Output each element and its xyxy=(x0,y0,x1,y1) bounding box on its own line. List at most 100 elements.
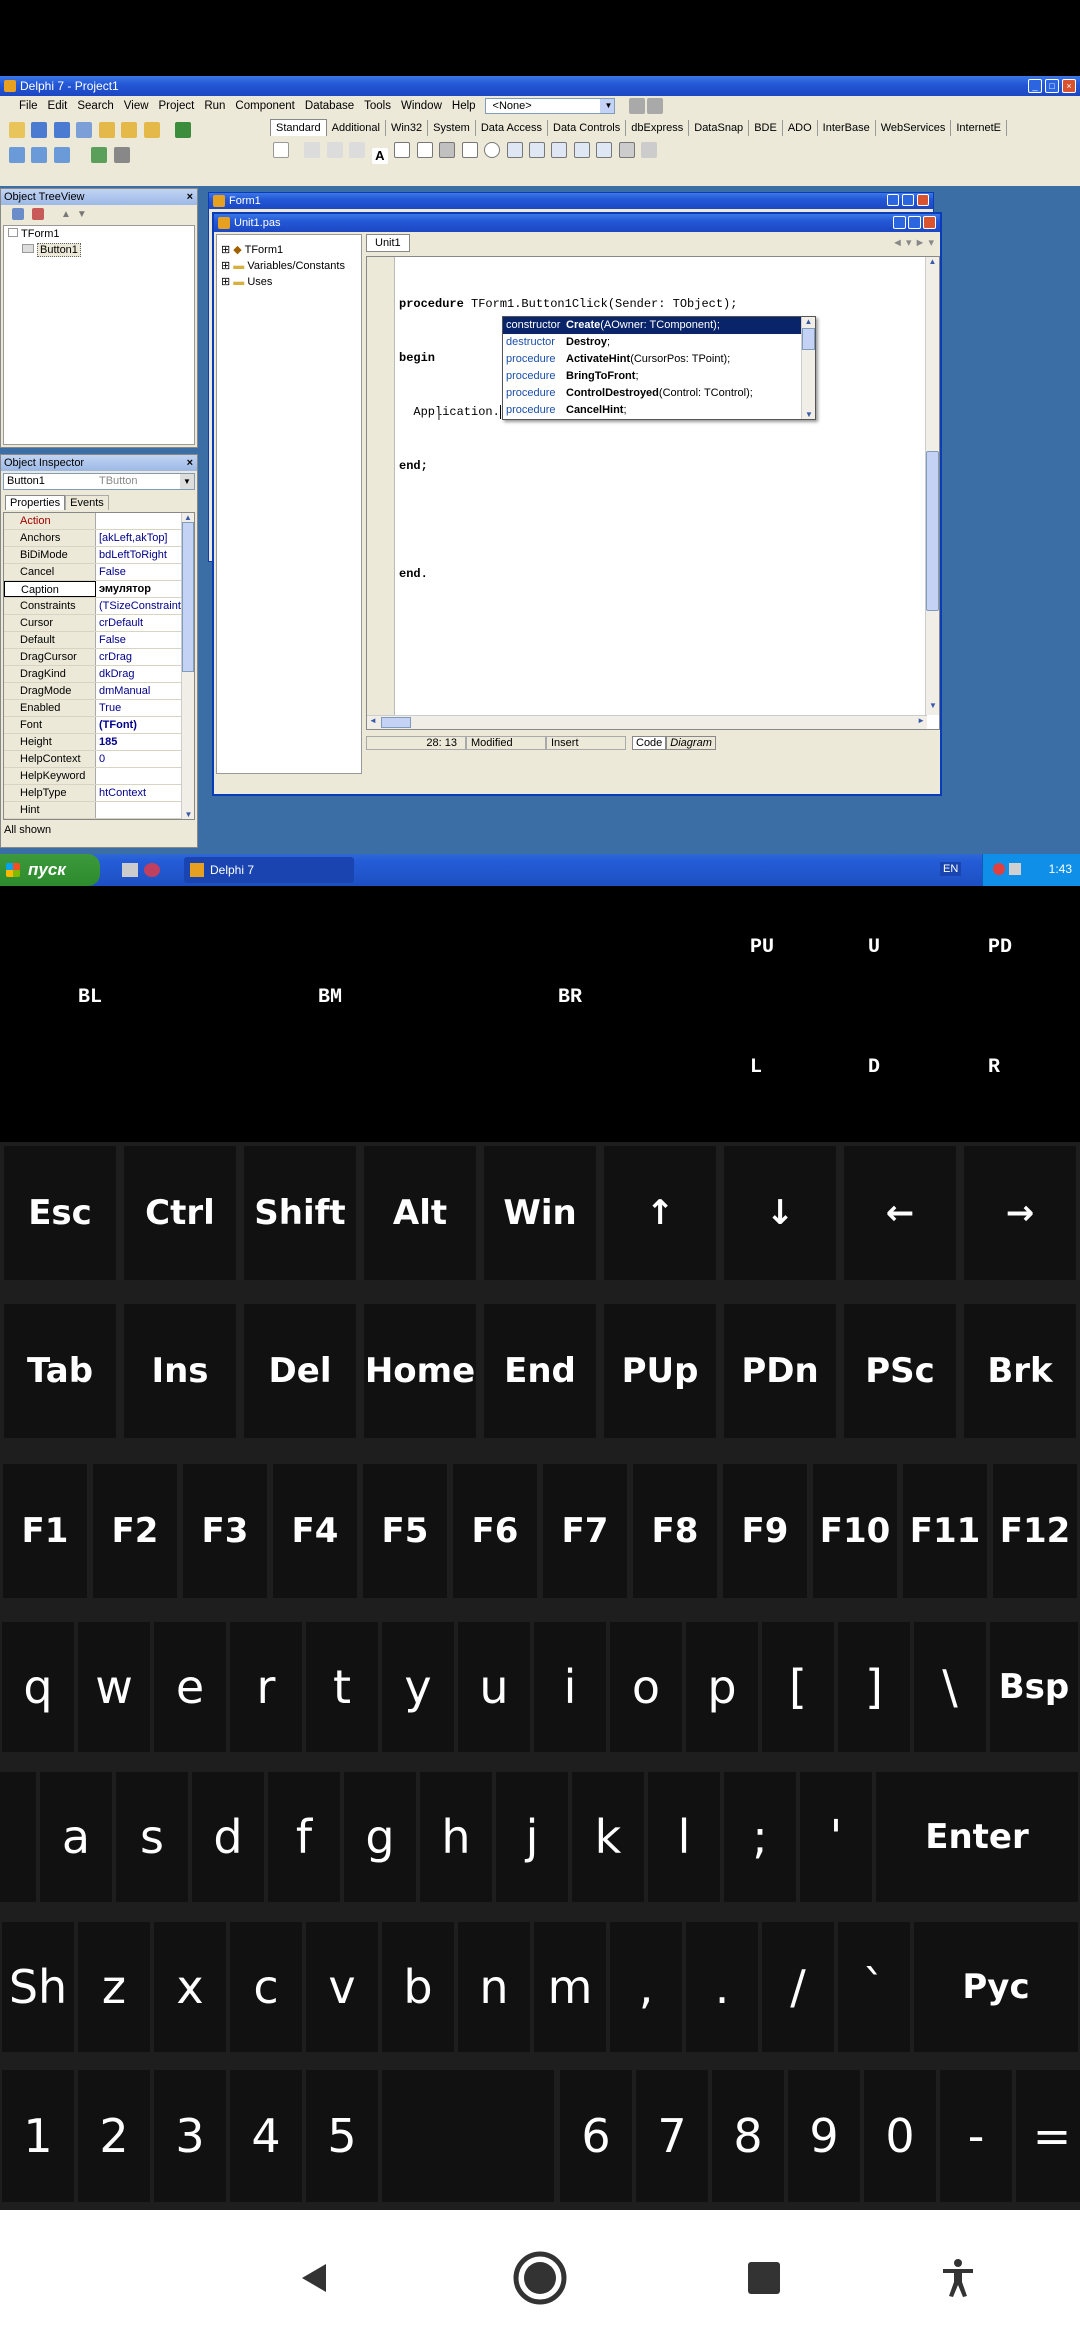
property-row[interactable]: Caption эмулятор xyxy=(4,581,194,598)
key-d[interactable]: d xyxy=(192,1772,264,1902)
memo-icon[interactable] xyxy=(416,142,433,158)
property-value[interactable]: bdLeftToRight xyxy=(96,547,194,563)
palette-tab-webservices[interactable]: WebServices xyxy=(876,120,952,136)
key-n[interactable]: n xyxy=(458,1922,530,2052)
key-q[interactable]: q xyxy=(2,1622,74,1752)
property-value[interactable]: dmManual xyxy=(96,683,194,699)
key-l[interactable]: l xyxy=(648,1772,720,1902)
property-row[interactable]: DragMode dmManual xyxy=(4,683,194,700)
quicklaunch-app-icon[interactable] xyxy=(144,863,160,877)
scroll-up-icon[interactable]: ▲ xyxy=(926,257,939,271)
key-y[interactable]: y xyxy=(382,1622,454,1752)
panel-icon[interactable] xyxy=(618,142,635,158)
completion-item[interactable]: constructor Create (AOwner: TComponent); xyxy=(503,317,801,334)
key-r[interactable]: r xyxy=(230,1622,302,1752)
key-Esc[interactable]: Esc xyxy=(4,1146,116,1280)
run-icon[interactable] xyxy=(91,147,108,163)
page-down-zone[interactable]: PD xyxy=(988,936,1012,959)
property-row[interactable]: Default False xyxy=(4,632,194,649)
menu-component[interactable]: Component xyxy=(230,100,299,112)
property-value[interactable]: 185 xyxy=(96,734,194,750)
maximize-button[interactable] xyxy=(902,194,914,206)
key-symbol[interactable]: . xyxy=(686,1922,758,2052)
minimize-button[interactable] xyxy=(893,216,906,229)
key-symbol[interactable]: ↓ xyxy=(724,1146,836,1280)
object-selector[interactable]: Button1 TButton ▼ xyxy=(3,473,195,490)
close-icon[interactable]: × xyxy=(187,455,193,471)
key-t[interactable]: t xyxy=(306,1622,378,1752)
remove-file-icon[interactable] xyxy=(143,122,160,138)
menu-view[interactable]: View xyxy=(119,100,154,112)
key-6[interactable]: 6 xyxy=(560,2070,632,2202)
key-v[interactable]: v xyxy=(306,1922,378,2052)
middle-mouse-button[interactable]: BM xyxy=(318,986,342,1009)
key-g[interactable]: g xyxy=(344,1772,416,1902)
key-F1[interactable]: F1 xyxy=(3,1464,87,1598)
scroll-right-icon[interactable]: ► xyxy=(917,716,925,725)
key-Del[interactable]: Del xyxy=(244,1304,356,1438)
frames-icon[interactable] xyxy=(304,142,321,158)
key-symbol[interactable]: \ xyxy=(914,1622,986,1752)
back-icon[interactable] xyxy=(296,2260,332,2296)
toggle-form-unit-icon[interactable] xyxy=(53,147,70,163)
key-End[interactable]: End xyxy=(484,1304,596,1438)
key-symbol[interactable]: = xyxy=(1016,2070,1080,2202)
key-z[interactable]: z xyxy=(78,1922,150,2052)
tab-unit1[interactable]: Unit1 xyxy=(366,234,410,252)
property-scrollbar[interactable]: ▲ ▼ xyxy=(181,513,194,819)
key-p[interactable]: p xyxy=(686,1622,758,1752)
tab-events[interactable]: Events xyxy=(65,495,109,510)
recents-icon[interactable] xyxy=(746,2260,782,2296)
menu-search[interactable]: Search xyxy=(72,100,118,112)
scroll-left-zone[interactable]: L xyxy=(750,1056,762,1079)
key-x[interactable]: x xyxy=(154,1922,226,2052)
palette-tab-ado[interactable]: ADO xyxy=(783,120,818,136)
key-F10[interactable]: F10 xyxy=(813,1464,897,1598)
start-button[interactable]: пуск xyxy=(0,854,100,886)
key-j[interactable]: j xyxy=(496,1772,568,1902)
key-8[interactable]: 8 xyxy=(712,2070,784,2202)
minimize-button[interactable] xyxy=(887,194,899,206)
right-mouse-button[interactable]: BR xyxy=(558,986,582,1009)
scroll-up-icon[interactable]: ▲ xyxy=(182,513,194,522)
scroll-down-icon[interactable]: ▼ xyxy=(802,410,815,419)
property-row[interactable]: Height 185 xyxy=(4,734,194,751)
layout-set-icon[interactable] xyxy=(646,98,663,114)
key-w[interactable]: w xyxy=(78,1622,150,1752)
delete-item-icon[interactable] xyxy=(32,208,44,220)
tab-properties[interactable]: Properties xyxy=(5,495,66,510)
menu-file[interactable]: File xyxy=(14,100,43,112)
key-F9[interactable]: F9 xyxy=(723,1464,807,1598)
palette-tab-win32[interactable]: Win32 xyxy=(386,120,429,136)
palette-tab-interbase[interactable]: InterBase xyxy=(818,120,876,136)
key-F12[interactable]: F12 xyxy=(993,1464,1077,1598)
mouse-touchpad[interactable]: PU U PD BL BM BR L D R xyxy=(0,886,1080,1142)
key-symbol[interactable]: ; xyxy=(724,1772,796,1902)
key-Bsp[interactable]: Bsp xyxy=(990,1622,1078,1752)
help-icon[interactable] xyxy=(175,122,192,138)
palette-tab-datasnap[interactable]: DataSnap xyxy=(689,120,750,136)
arrow-up-icon[interactable]: ▲ xyxy=(61,209,71,220)
property-value[interactable]: False xyxy=(96,632,194,648)
key-c[interactable]: c xyxy=(230,1922,302,2052)
palette-tab-standard[interactable]: Standard xyxy=(270,119,327,136)
key-F5[interactable]: F5 xyxy=(363,1464,447,1598)
property-row[interactable]: DragCursor crDrag xyxy=(4,649,194,666)
key-symbol[interactable]: ' xyxy=(800,1772,872,1902)
tray-icon-2[interactable] xyxy=(1009,863,1021,875)
key-7[interactable]: 7 xyxy=(636,2070,708,2202)
key-symbol[interactable]: ] xyxy=(838,1622,910,1752)
tray-icon-1[interactable] xyxy=(993,863,1005,875)
palette-tab-data-access[interactable]: Data Access xyxy=(476,120,548,136)
property-value[interactable]: эмулятор xyxy=(96,581,194,597)
property-value[interactable]: crDefault xyxy=(96,615,194,631)
property-row[interactable]: Cursor crDefault xyxy=(4,615,194,632)
completion-item[interactable]: destructor Destroy; xyxy=(503,334,801,351)
edit-icon[interactable] xyxy=(394,142,411,158)
key-k[interactable]: k xyxy=(572,1772,644,1902)
key-b[interactable]: b xyxy=(382,1922,454,2052)
property-row[interactable]: Constraints (TSizeConstraints) xyxy=(4,598,194,615)
config-combo[interactable]: <None> ▼ xyxy=(484,98,615,114)
new-icon[interactable] xyxy=(9,122,25,138)
view-form-icon[interactable] xyxy=(31,147,48,163)
